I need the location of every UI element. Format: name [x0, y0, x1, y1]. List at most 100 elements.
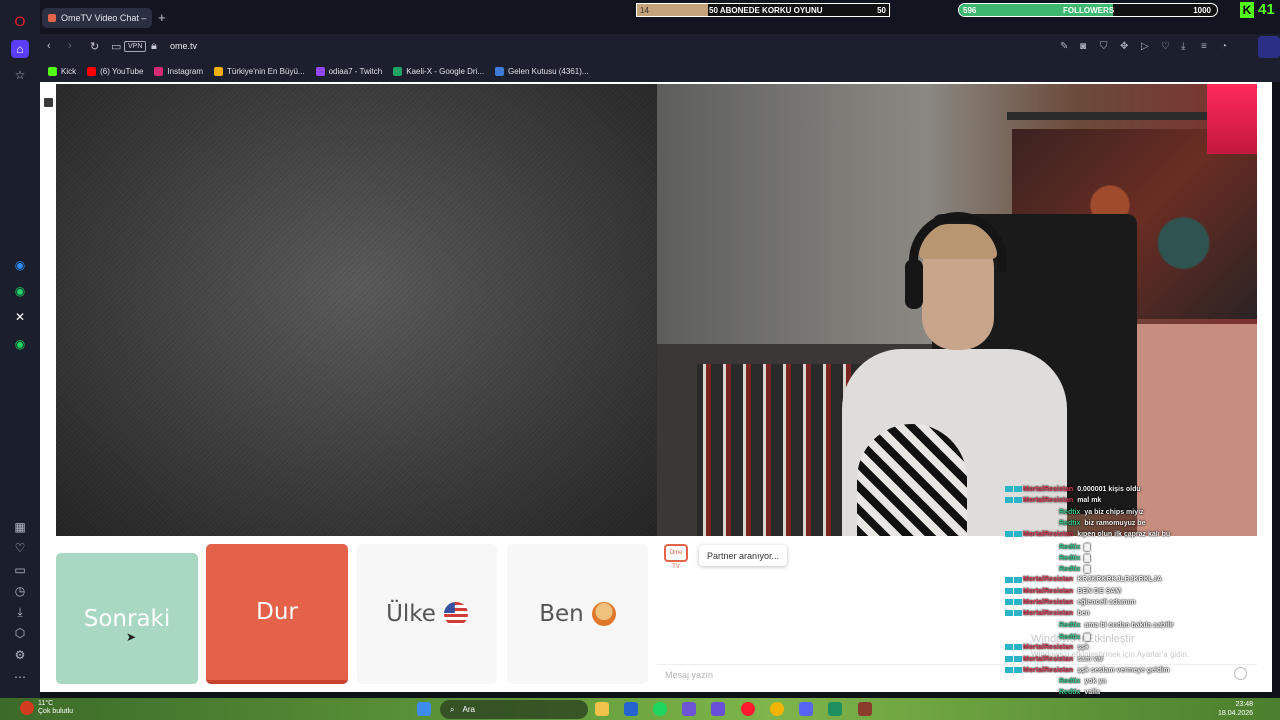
chat-username: MortalResistan	[1023, 497, 1074, 505]
chat-username: MortalResistan	[1023, 486, 1074, 493]
popout-icon[interactable]	[43, 97, 54, 108]
bookmark-youtube[interactable]: (6) YouTube	[87, 66, 143, 76]
spotify-taskbar-icon[interactable]	[653, 702, 667, 716]
mouse-cursor-icon: ➤	[126, 630, 137, 644]
gender-button[interactable]: Ben	[507, 544, 648, 684]
opera-logo-icon[interactable]: O	[11, 12, 29, 30]
stream-chat-line: MortalResistan mal mk	[1005, 497, 1101, 504]
puzzle-icon[interactable]: ✥	[1120, 41, 1128, 52]
whatsapp-icon[interactable]: ◉	[11, 282, 29, 300]
app2-icon[interactable]	[828, 702, 842, 716]
address-bar: ‹ › ↻ ▭ VPN 🔒︎ ome.tv ✎ ◙ ⛉ ✥ ▷ ♡ ⤓ ≡ ◔	[40, 34, 1280, 60]
bookmark-google-drive[interactable]: Kaeli-X - Google Dri...	[393, 66, 484, 76]
menu-icon[interactable]: ≡	[1201, 41, 1207, 52]
stream-chat-line: MortalResistan eğlenceli adamım	[1005, 599, 1136, 606]
tabs-icon[interactable]: ▭	[11, 561, 29, 579]
instagram-icon	[154, 66, 164, 76]
chat-badge-icon	[1014, 655, 1022, 662]
taskbar-clock: 23:48 18.04.2026	[1218, 700, 1253, 718]
chat-message: ▇	[1084, 633, 1090, 641]
back-icon[interactable]: ‹	[47, 40, 51, 52]
taskbar-search[interactable]: ⌕ Ara	[440, 700, 588, 719]
extensions-icon[interactable]: ⬡	[11, 624, 29, 642]
history-icon[interactable]: ◷	[11, 582, 29, 600]
bookmark-kick[interactable]: Kick	[48, 66, 76, 76]
new-tab-icon[interactable]: +	[158, 10, 166, 25]
edit-icon[interactable]: ✎	[1060, 41, 1068, 52]
bookmark-turkiye[interactable]: Türkiye'nin En Büyü...	[214, 66, 305, 76]
reload-icon[interactable]: ↻	[90, 40, 99, 53]
weather-widget[interactable]: 11°C Çok bulutlu	[38, 700, 73, 716]
shield-icon[interactable]: ⛉	[1100, 41, 1108, 52]
boy-avatar-icon	[591, 602, 616, 626]
bookmark-twitch[interactable]: odiaa7 - Twitch	[315, 66, 382, 76]
chat-badge-icon	[1014, 531, 1022, 538]
star-icon[interactable]: ☆	[11, 66, 29, 84]
chat-message: KRJKRKRKJLRJKRKLJA	[1077, 576, 1162, 584]
file-explorer-icon[interactable]	[595, 702, 609, 716]
chat-message: ben	[1077, 610, 1090, 618]
bookmark-instagram[interactable]: Instagram	[154, 66, 203, 76]
tab-title: OmeTV Video Chat –	[61, 13, 147, 23]
teams-icon[interactable]	[682, 702, 696, 716]
country-button[interactable]: Ülke	[357, 544, 497, 684]
youtube-icon	[87, 66, 97, 76]
chat-username: Redtix	[1059, 543, 1081, 551]
tab-ometv[interactable]: OmeTV Video Chat –	[42, 8, 152, 28]
chat-username: MortalResistan	[1023, 666, 1074, 674]
url-field[interactable]: ome.tv	[170, 41, 197, 51]
player-icon[interactable]: ▷	[1141, 41, 1149, 52]
store-icon[interactable]	[624, 702, 638, 716]
start-icon[interactable]	[417, 702, 431, 716]
home-icon[interactable]: ⌂	[11, 40, 29, 58]
emoji-icon[interactable]	[1234, 667, 1247, 680]
chat-username: Redtix	[1059, 554, 1081, 562]
heart-icon[interactable]: ♡	[11, 539, 29, 557]
stop-label: Dur	[256, 599, 298, 625]
chat-badge-icon	[1014, 576, 1022, 583]
profile-icon[interactable]: ◔	[1221, 41, 1227, 52]
kick-icon	[48, 66, 57, 76]
heart-outline-icon[interactable]: ♡	[1161, 41, 1170, 52]
forward-icon[interactable]: ›	[68, 40, 72, 52]
checkered-pants	[857, 424, 967, 536]
opera-taskbar-icon[interactable]	[741, 702, 755, 716]
stream-chat-line: Redtix biz ramomuyuz be	[1059, 520, 1145, 527]
chat-username: MortalResistan	[1023, 599, 1074, 606]
chat-badge-icon	[1014, 599, 1022, 606]
settings-icon[interactable]: ⚙	[11, 646, 29, 664]
stop-button[interactable]: Dur	[206, 544, 348, 684]
chat-message: valla	[1084, 689, 1100, 697]
pink-light	[1207, 84, 1257, 154]
followers-current: 596	[963, 5, 977, 15]
bookmark-inbox[interactable]: Gelen Kutusu (4361)...	[495, 66, 589, 76]
chrome-icon[interactable]	[770, 702, 784, 716]
download-icon[interactable]: ⤓	[1181, 41, 1185, 52]
spotify-icon[interactable]: ◉	[11, 335, 29, 353]
next-button[interactable]: Sonraki	[56, 553, 198, 684]
chat-username: MortalResistan	[1023, 655, 1074, 663]
chat-username: MortalResistan	[1023, 576, 1074, 584]
game-icon[interactable]	[858, 702, 872, 716]
chat-message: biz ramomuyuz be	[1084, 519, 1146, 527]
x-icon[interactable]: ✕	[11, 308, 29, 326]
camera-icon[interactable]: ◙	[1080, 41, 1086, 52]
chat-badge-icon	[1005, 655, 1013, 662]
downloads-icon[interactable]: ⤓	[11, 603, 29, 621]
speed-dial-icon[interactable]: ▭	[111, 40, 121, 53]
chat-message: ▇	[1084, 543, 1090, 551]
chat-badge-icon	[1005, 576, 1013, 583]
stream-chat-line: MortalResistan BEN DE SAM	[1005, 588, 1121, 595]
vpn-badge[interactable]: VPN	[124, 41, 147, 52]
site-icon	[214, 66, 223, 76]
mail-icon	[495, 66, 505, 76]
apps-icon[interactable]: ▦	[11, 518, 29, 536]
discord-icon[interactable]	[799, 702, 813, 716]
more-icon[interactable]: ⋯	[11, 668, 29, 686]
app-icon[interactable]	[711, 702, 725, 716]
messenger-icon[interactable]: ◉	[11, 256, 29, 274]
followers-label: FOLLOWERS	[1063, 5, 1115, 15]
bookmarks-bar: Kick (6) YouTube Instagram Türkiye'nin E…	[40, 60, 1280, 82]
aria-ai-button[interactable]	[1258, 36, 1280, 58]
chat-badge-icon	[1014, 587, 1022, 594]
